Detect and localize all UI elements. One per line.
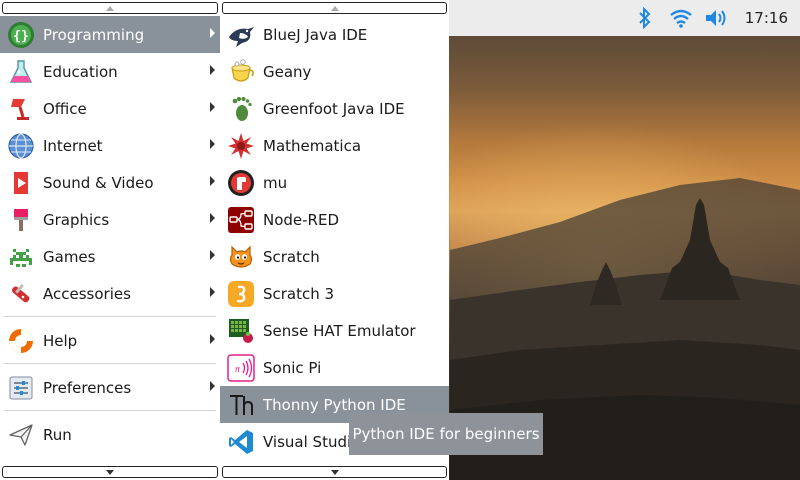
submenu-arrow-icon bbox=[210, 250, 215, 260]
menu-item-preferences[interactable]: Preferences bbox=[0, 369, 220, 406]
svg-text:π: π bbox=[235, 365, 240, 374]
submenu-item-mathematica[interactable]: Mathematica bbox=[220, 127, 449, 164]
menu-item-label: Run bbox=[43, 425, 72, 444]
menu-item-help[interactable]: Help bbox=[0, 322, 220, 359]
svg-text:{}: {} bbox=[13, 29, 29, 44]
submenu-arrow-icon bbox=[210, 213, 215, 223]
mathematica-icon bbox=[225, 130, 257, 162]
menu-item-run[interactable]: Run bbox=[0, 416, 220, 453]
submenu-item-label: Sonic Pi bbox=[263, 358, 322, 377]
node-red-icon bbox=[225, 204, 257, 236]
submenu-item-label: Node-RED bbox=[263, 210, 340, 229]
submenu-item-mu[interactable]: mu bbox=[220, 164, 449, 201]
menu-separator bbox=[4, 316, 216, 317]
menu-item-label: Graphics bbox=[43, 210, 110, 229]
submenu-arrow-icon bbox=[210, 334, 215, 344]
submenu-scroll-down[interactable] bbox=[222, 466, 447, 478]
office-icon bbox=[5, 93, 37, 125]
menu-item-label: Internet bbox=[43, 136, 103, 155]
menu-item-label: Preferences bbox=[43, 378, 132, 397]
menu-separator bbox=[4, 363, 216, 364]
submenu-item-scratch3[interactable]: Scratch 3 bbox=[220, 275, 449, 312]
system-tray: 17:16 bbox=[623, 0, 800, 36]
scratch-icon bbox=[225, 241, 257, 273]
accessories-icon bbox=[5, 278, 37, 310]
submenu-item-label: Scratch 3 bbox=[263, 284, 335, 303]
menu-item-programming[interactable]: {} Programming bbox=[0, 16, 220, 53]
tooltip: Python IDE for beginners bbox=[349, 413, 543, 455]
preferences-icon bbox=[5, 372, 37, 404]
menu-item-label: Accessories bbox=[43, 284, 131, 303]
submenu-item-bluej[interactable]: BlueJ Java IDE bbox=[220, 16, 449, 53]
greenfoot-icon bbox=[225, 93, 257, 125]
wifi-icon[interactable] bbox=[667, 0, 695, 36]
submenu-item-label: Greenfoot Java IDE bbox=[263, 99, 405, 118]
menu-item-office[interactable]: Office bbox=[0, 90, 220, 127]
submenu-arrow-icon bbox=[210, 287, 215, 297]
submenu-item-label: Scratch bbox=[263, 247, 320, 266]
submenu-item-geany[interactable]: Geany bbox=[220, 53, 449, 90]
submenu-item-scratch[interactable]: Scratch bbox=[220, 238, 449, 275]
submenu-arrow-icon bbox=[210, 65, 215, 75]
submenu-item-label: BlueJ Java IDE bbox=[263, 25, 368, 44]
thonny-icon bbox=[225, 389, 257, 421]
menu-item-accessories[interactable]: Accessories bbox=[0, 275, 220, 312]
scratch3-icon bbox=[225, 278, 257, 310]
menu-item-graphics[interactable]: Graphics bbox=[0, 201, 220, 238]
internet-icon bbox=[5, 130, 37, 162]
main-menu-scroll-up[interactable] bbox=[2, 2, 218, 14]
submenu-item-sonic-pi[interactable]: π Sonic Pi bbox=[220, 349, 449, 386]
run-icon bbox=[5, 419, 37, 451]
submenu-arrow-icon bbox=[210, 102, 215, 112]
menu-item-label: Games bbox=[43, 247, 96, 266]
programming-submenu: BlueJ Java IDE Geany Greenfoot Java IDE … bbox=[220, 0, 449, 480]
menu-item-internet[interactable]: Internet bbox=[0, 127, 220, 164]
geany-icon bbox=[225, 56, 257, 88]
submenu-item-label: Mathematica bbox=[263, 136, 362, 155]
sense-hat-icon bbox=[225, 315, 257, 347]
education-icon bbox=[5, 56, 37, 88]
main-menu: {} Programming Education Office Internet… bbox=[0, 0, 220, 480]
submenu-arrow-icon bbox=[210, 28, 215, 38]
submenu-item-greenfoot[interactable]: Greenfoot Java IDE bbox=[220, 90, 449, 127]
bluetooth-icon[interactable] bbox=[631, 0, 659, 36]
menu-separator bbox=[4, 410, 216, 411]
clock[interactable]: 17:16 bbox=[745, 9, 788, 27]
submenu-arrow-icon bbox=[210, 381, 215, 391]
submenu-item-label: mu bbox=[263, 173, 288, 192]
submenu-scroll-up[interactable] bbox=[222, 2, 447, 14]
volume-icon[interactable] bbox=[703, 0, 731, 36]
menu-item-label: Office bbox=[43, 99, 87, 118]
programming-icon: {} bbox=[5, 19, 37, 51]
submenu-item-label: Geany bbox=[263, 62, 312, 81]
menu-item-sound-video[interactable]: Sound & Video bbox=[0, 164, 220, 201]
menu-item-education[interactable]: Education bbox=[0, 53, 220, 90]
submenu-item-label: Thonny Python IDE bbox=[263, 395, 406, 414]
sound-video-icon bbox=[5, 167, 37, 199]
menu-item-label: Education bbox=[43, 62, 118, 81]
games-icon bbox=[5, 241, 37, 273]
help-icon bbox=[5, 325, 37, 357]
menu-item-label: Help bbox=[43, 331, 78, 350]
sonic-pi-icon: π bbox=[225, 352, 257, 384]
menu-item-games[interactable]: Games bbox=[0, 238, 220, 275]
menu-item-label: Sound & Video bbox=[43, 173, 154, 192]
submenu-arrow-icon bbox=[210, 176, 215, 186]
submenu-item-sense-hat[interactable]: Sense HAT Emulator bbox=[220, 312, 449, 349]
menu-item-label: Programming bbox=[43, 25, 145, 44]
submenu-item-node-red[interactable]: Node-RED bbox=[220, 201, 449, 238]
submenu-item-label: Sense HAT Emulator bbox=[263, 321, 416, 340]
vscode-icon bbox=[225, 426, 257, 458]
submenu-arrow-icon bbox=[210, 139, 215, 149]
main-menu-scroll-down[interactable] bbox=[2, 466, 218, 478]
graphics-icon bbox=[5, 204, 37, 236]
bluej-icon bbox=[225, 19, 257, 51]
mu-icon bbox=[225, 167, 257, 199]
